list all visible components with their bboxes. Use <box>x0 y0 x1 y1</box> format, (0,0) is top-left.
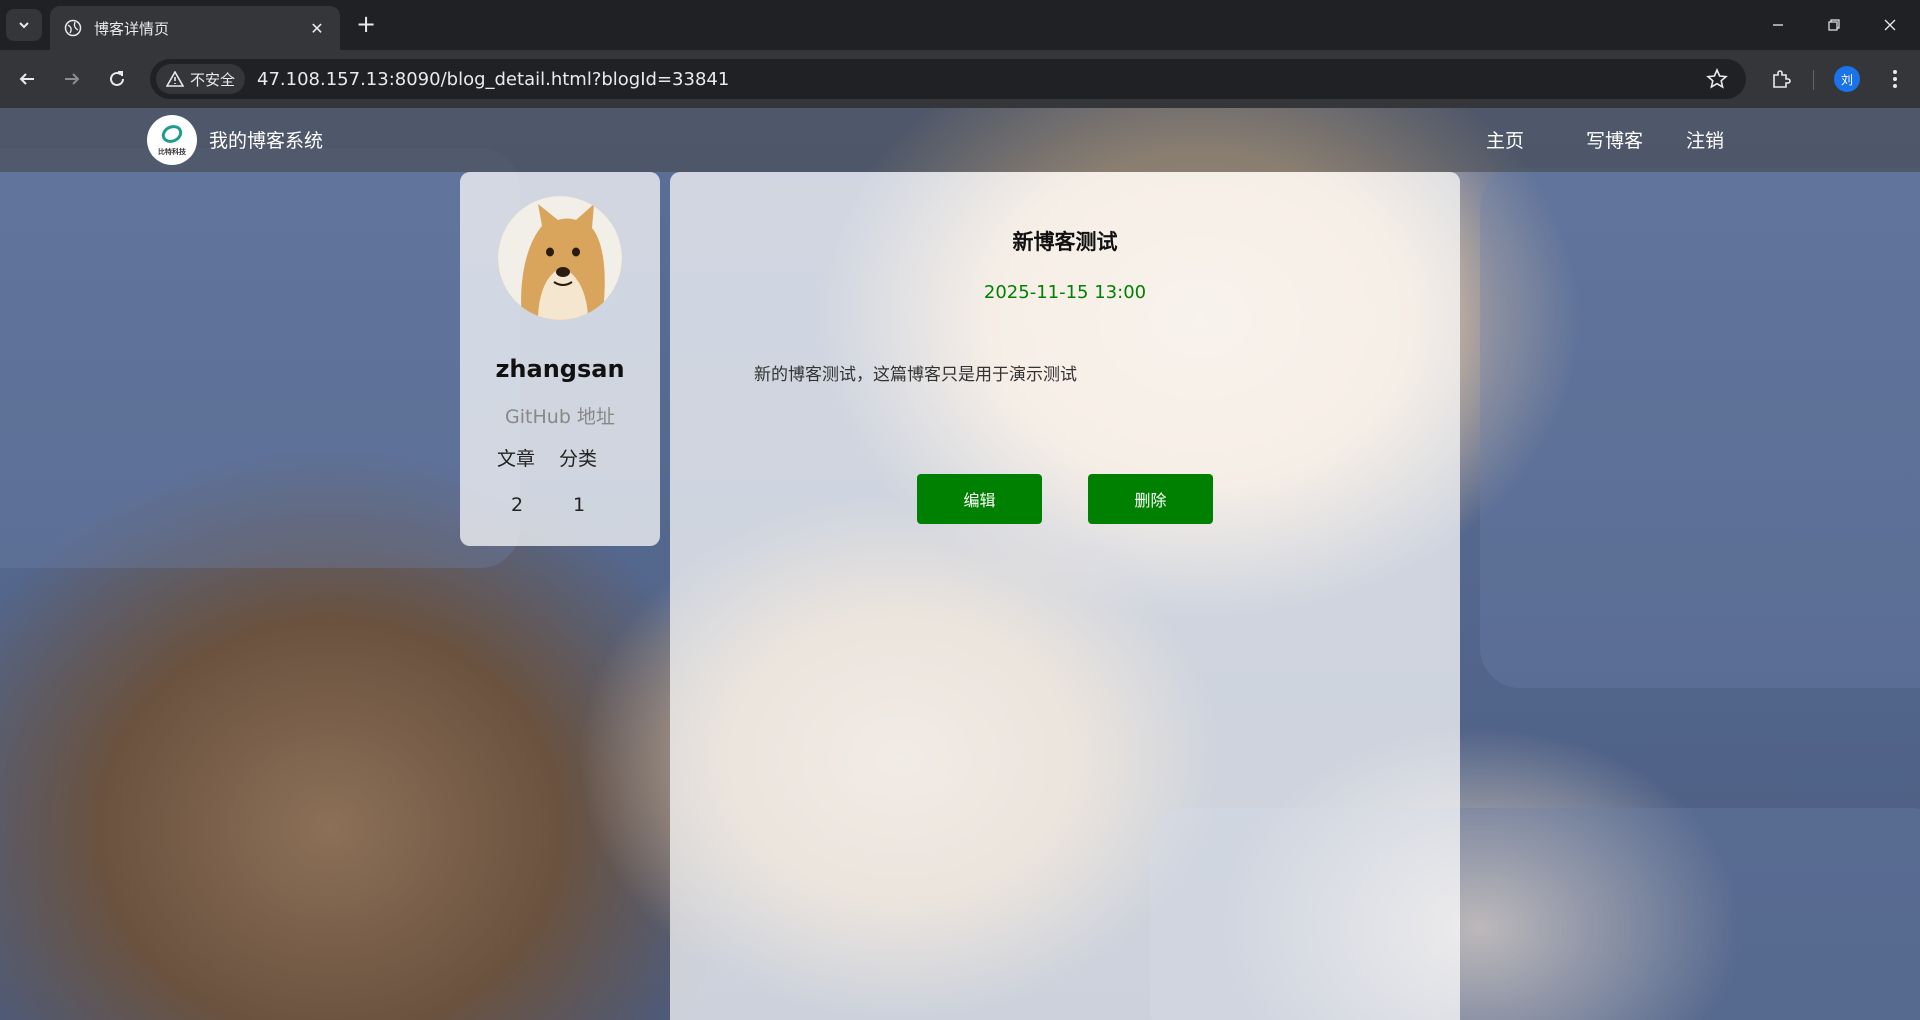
username: zhangsan <box>495 355 625 383</box>
reload-icon <box>110 71 124 86</box>
minimize-button[interactable] <box>1750 0 1806 50</box>
github-link[interactable]: GitHub 地址 <box>460 402 660 429</box>
close-icon <box>1884 19 1896 31</box>
tab-title: 博客详情页 <box>94 19 170 38</box>
address-bar[interactable]: 不安全 47.108.157.13:8090/blog_detail.html?… <box>150 59 1746 99</box>
bookmark-star-icon[interactable] <box>1706 68 1728 90</box>
url-text[interactable]: 47.108.157.13:8090/blog_detail.html?blog… <box>257 69 729 90</box>
profile-avatar[interactable]: 刘 <box>1834 66 1860 92</box>
back-button[interactable] <box>12 64 42 94</box>
articles-label: 文章 <box>497 448 536 470</box>
edit-button[interactable]: 编辑 <box>917 474 1042 524</box>
browser-tab[interactable]: 博客详情页 ✕ <box>50 6 340 50</box>
tab-search-button[interactable] <box>6 9 42 41</box>
browser-tab-strip: 博客详情页 ✕ + <box>0 0 1920 50</box>
restore-icon <box>1828 19 1840 31</box>
site-title: 我的博客系统 <box>209 130 324 152</box>
close-window-button[interactable] <box>1862 0 1918 50</box>
toolbar-divider <box>1813 70 1814 90</box>
blog-title: 新博客测试 <box>1012 230 1118 254</box>
browser-toolbar: 不安全 47.108.157.13:8090/blog_detail.html?… <box>0 50 1920 108</box>
restore-button[interactable] <box>1806 0 1862 50</box>
arrow-left-icon <box>19 73 34 85</box>
new-tab-button[interactable]: + <box>352 10 380 38</box>
user-info-card: zhangsan GitHub 地址 文章 分类 2 1 <box>460 172 660 546</box>
doge-avatar-icon <box>498 196 622 320</box>
arrow-right-icon <box>65 73 80 85</box>
puzzle-icon <box>1773 70 1791 88</box>
close-tab-icon[interactable]: ✕ <box>308 19 326 38</box>
chevron-down-icon <box>19 22 29 29</box>
articles-count: 2 <box>511 494 524 516</box>
warning-icon <box>166 71 184 87</box>
leaf-logo-icon <box>161 124 183 143</box>
user-avatar <box>498 196 622 320</box>
categories-label: 分类 <box>559 448 598 470</box>
more-vert-icon <box>1893 70 1897 88</box>
blog-date: 2025-11-15 13:00 <box>983 282 1147 303</box>
delete-button[interactable]: 删除 <box>1088 474 1213 524</box>
logo-text: 比特科技 <box>158 147 186 156</box>
browser-menu-button[interactable] <box>1880 64 1910 94</box>
site-logo: 比特科技 <box>147 115 197 165</box>
blog-detail-card: 新博客测试 2025-11-15 13:00 新的博客测试，这篇博客只是用于演示… <box>670 172 1460 1020</box>
nav-home-link[interactable]: 主页 <box>1486 126 1524 153</box>
security-indicator[interactable]: 不安全 <box>156 64 246 94</box>
globe-icon <box>64 19 82 37</box>
blog-content: 新的博客测试，这篇博客只是用于演示测试 <box>754 365 1077 385</box>
extensions-button[interactable] <box>1766 64 1796 94</box>
nav-write-blog-link[interactable]: 写博客 <box>1586 126 1643 153</box>
blog-navbar: 比特科技 我的博客系统 主页 写博客 注销 <box>0 108 1920 172</box>
forward-button[interactable] <box>57 64 87 94</box>
reload-button[interactable] <box>102 64 132 94</box>
page-viewport: 比特科技 我的博客系统 主页 写博客 注销 zhangsan GitHub 地址… <box>0 108 1920 1020</box>
categories-count: 1 <box>573 494 586 516</box>
nav-logout-link[interactable]: 注销 <box>1686 126 1724 153</box>
minimize-icon <box>1773 24 1783 26</box>
security-label: 不安全 <box>190 70 236 89</box>
